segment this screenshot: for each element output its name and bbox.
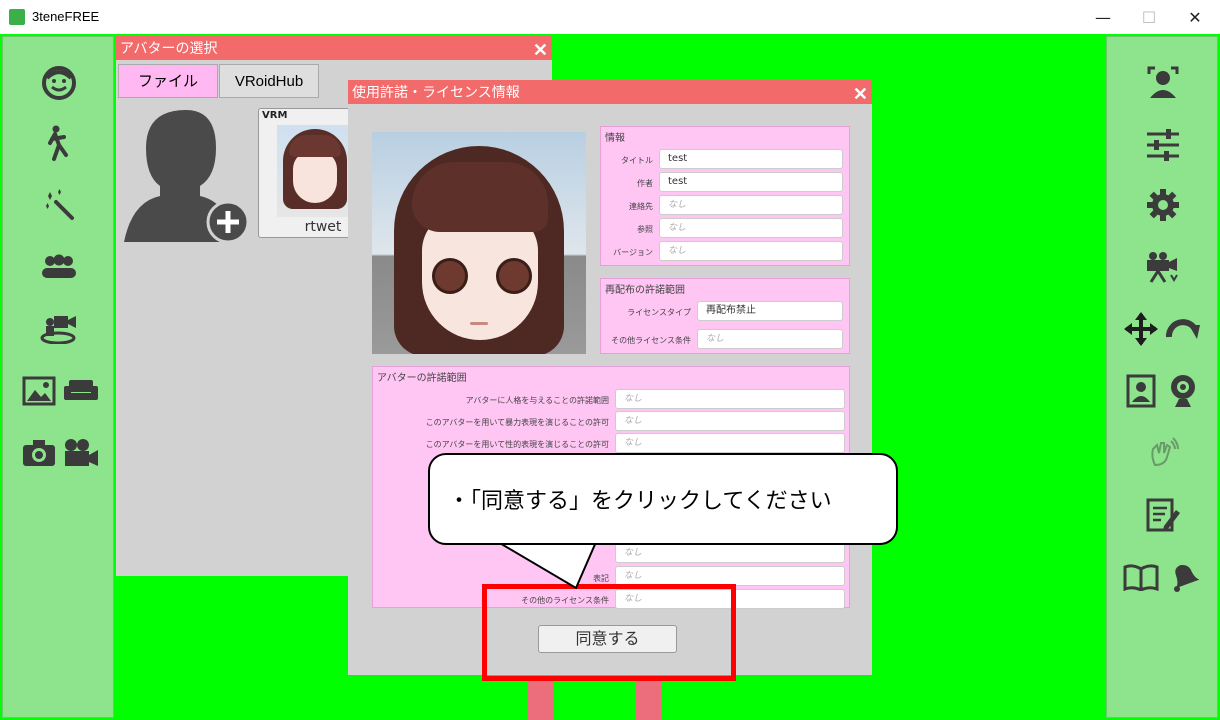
camera-motion-icon[interactable] <box>1143 247 1183 287</box>
other-license-field: なし <box>697 329 843 349</box>
avatar-permissions-title: アバターの許諾範囲 <box>377 373 467 384</box>
right-sidebar <box>1106 36 1218 718</box>
violence-permission-field: なし <box>615 411 845 431</box>
contact-field: なし <box>659 195 843 215</box>
avatar-select-header: アバターの選択 ✕ <box>116 36 552 60</box>
field-label: ライセンスタイプ <box>627 308 691 317</box>
move-arrows-icon[interactable] <box>1121 309 1161 349</box>
bell-icon[interactable] <box>1163 557 1203 597</box>
field-label: 連絡先 <box>629 202 653 211</box>
background-image-icon[interactable] <box>19 371 59 411</box>
left-sidebar <box>2 36 114 718</box>
field-label: バージョン <box>613 248 653 257</box>
instruction-text: ・「同意する」をクリックしてください <box>448 489 832 514</box>
permission-field: なし <box>615 543 845 563</box>
title-bar: 3teneFREE — ☐ ✕ <box>0 0 1220 34</box>
sliders-icon[interactable] <box>1143 125 1183 165</box>
video-camera-icon[interactable] <box>61 433 101 473</box>
camera-stage-icon[interactable] <box>39 309 79 349</box>
manual-book-icon[interactable] <box>1121 557 1161 597</box>
close-icon[interactable]: ✕ <box>533 38 548 62</box>
photo-camera-icon[interactable] <box>19 433 59 473</box>
field-label: アバターに人格を与えることの許諾範囲 <box>465 396 609 405</box>
avatar-preview-image <box>372 132 586 354</box>
redistribution-section: 再配布の許諾範囲 ライセンスタイプ 再配布禁止 その他ライセンス条件 なし <box>600 278 850 354</box>
edit-note-icon[interactable] <box>1143 495 1183 535</box>
field-label: 参照 <box>637 225 653 234</box>
license-dialog-title: 使用許諾・ライセンス情報 <box>352 84 520 100</box>
license-type-field: 再配布禁止 <box>697 301 843 321</box>
app-logo-icon <box>9 9 25 25</box>
face-tracking-icon[interactable] <box>1143 63 1183 103</box>
highlight-box <box>482 584 736 681</box>
tab-file[interactable]: ファイル <box>118 64 218 98</box>
field-label: その他ライセンス条件 <box>611 336 691 345</box>
title-field: test <box>659 149 843 169</box>
webcam-icon[interactable] <box>1163 371 1203 411</box>
field-label: タイトル <box>621 156 653 165</box>
info-section: 情報 タイトル test 作者 test 連絡先 なし 参照 なし バージョン … <box>600 126 850 266</box>
sexual-permission-field: なし <box>615 433 845 453</box>
maximize-button[interactable]: ☐ <box>1126 0 1172 34</box>
character-legs <box>636 678 662 720</box>
settings-gear-icon[interactable] <box>1143 185 1183 225</box>
model-thumbnail <box>277 125 357 217</box>
minimize-button[interactable]: — <box>1080 0 1126 34</box>
author-field: test <box>659 172 843 192</box>
add-avatar-button[interactable] <box>124 106 250 244</box>
instruction-callout: ・「同意する」をクリックしてください <box>428 453 898 545</box>
field-label: このアバターを用いて暴力表現を演じることの許可 <box>425 418 609 427</box>
license-dialog-header: 使用許諾・ライセンス情報 ✕ <box>348 80 872 104</box>
redistribution-section-title: 再配布の許諾範囲 <box>605 285 685 296</box>
callout-pointer <box>494 540 605 590</box>
face-icon[interactable] <box>39 63 79 103</box>
vrm-model-card[interactable]: VRM rtwet <box>258 108 358 238</box>
field-label: このアバターを用いて性的表現を演じることの許可 <box>425 440 609 449</box>
hand-wave-icon[interactable] <box>1143 433 1183 473</box>
portrait-icon[interactable] <box>1121 371 1161 411</box>
close-window-button[interactable]: ✕ <box>1172 0 1218 34</box>
persona-permission-field: なし <box>615 389 845 409</box>
reference-field: なし <box>659 218 843 238</box>
info-section-title: 情報 <box>605 133 625 144</box>
avatar-silhouette-icon <box>124 110 250 244</box>
avatar-select-title: アバターの選択 <box>120 40 218 56</box>
magic-wand-icon[interactable] <box>39 185 79 225</box>
tab-vroidhub[interactable]: VRoidHub <box>219 64 319 98</box>
rotate-icon[interactable] <box>1163 309 1203 349</box>
credit-field: なし <box>615 566 845 586</box>
character-legs <box>528 678 554 720</box>
version-field: なし <box>659 241 843 261</box>
model-name: rtwet <box>304 219 342 235</box>
field-label: 作者 <box>637 179 653 188</box>
sofa-icon[interactable] <box>61 371 101 411</box>
window-title: 3teneFREE <box>32 9 100 24</box>
vrm-badge: VRM <box>262 110 288 121</box>
pose-icon[interactable] <box>39 123 79 163</box>
group-icon[interactable] <box>39 247 79 287</box>
close-icon[interactable]: ✕ <box>853 82 868 106</box>
